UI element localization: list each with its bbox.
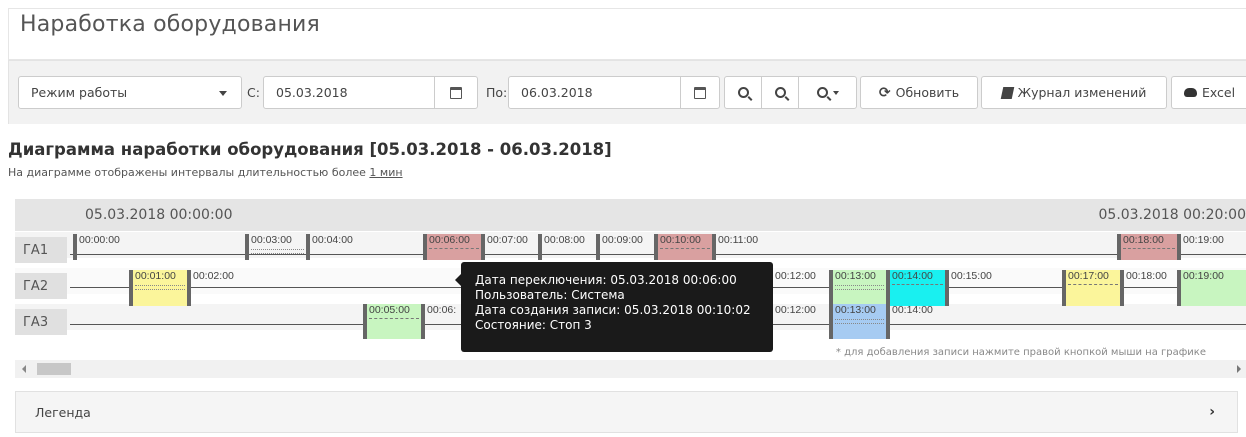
calendar-icon xyxy=(450,86,462,99)
to-date-value: 06.03.2018 xyxy=(521,85,593,100)
interval-link[interactable]: 1 мин xyxy=(369,166,402,179)
chevron-right-icon: › xyxy=(1209,404,1215,420)
to-date-input[interactable]: 06.03.2018 xyxy=(508,76,681,109)
segment-cyan[interactable]: 00:14:00 xyxy=(886,270,945,306)
from-date-input[interactable]: 05.03.2018 xyxy=(263,76,435,109)
scroll-thumb[interactable] xyxy=(37,363,71,375)
refresh-button[interactable]: ⟳ Обновить xyxy=(860,76,978,109)
segment[interactable]: 00:19:00 xyxy=(1177,234,1246,260)
segment[interactable]: 00:14:00 xyxy=(886,304,1246,339)
segment-yellow[interactable]: 00:01:00 xyxy=(129,270,187,306)
segment[interactable]: 00:06: xyxy=(421,304,461,339)
journal-label: Журнал изменений xyxy=(1017,85,1147,100)
from-date-value: 05.03.2018 xyxy=(276,85,348,100)
mode-select[interactable]: Режим работы xyxy=(18,76,242,109)
segment[interactable]: 00:15:00 xyxy=(945,270,1062,306)
excel-button[interactable]: Excel xyxy=(1171,76,1246,109)
chevron-down-icon xyxy=(832,90,839,95)
to-label: По: xyxy=(486,85,508,100)
diagram-title: Диаграмма наработки оборудования [05.03.… xyxy=(8,140,612,159)
diagram-subtitle: На диаграмме отображены интервалы длител… xyxy=(8,166,403,179)
diagram-subtitle-text: На диаграмме отображены интервалы длител… xyxy=(8,166,370,179)
excel-label: Excel xyxy=(1201,85,1236,100)
segment-yellow[interactable]: 00:17:00 xyxy=(1062,270,1120,306)
segment-red[interactable]: 00:06:00 xyxy=(423,234,481,260)
segment-tooltip: Дата переключения: 05.03.2018 00:06:00 П… xyxy=(455,262,773,352)
header-end-date: 05.03.2018 00:20:00 xyxy=(1098,207,1246,223)
calendar-icon xyxy=(694,86,706,99)
header-start-date: 05.03.2018 00:00:00 xyxy=(85,207,233,223)
journal-button[interactable]: Журнал изменений xyxy=(981,76,1167,109)
segment[interactable]: 00:04:00 xyxy=(306,234,423,260)
segment[interactable]: 00:12:00 xyxy=(773,304,829,339)
segment-green[interactable]: 00:05:00 xyxy=(363,304,421,339)
from-label: С: xyxy=(247,85,260,100)
legend-label: Легенда xyxy=(35,404,91,420)
zoom-icon xyxy=(816,87,828,98)
segment[interactable]: 00:08:00 xyxy=(538,234,596,260)
segment-green[interactable]: 00:13:00 xyxy=(829,270,886,306)
segment[interactable]: 00:00:00 xyxy=(73,234,245,260)
segment-red[interactable]: 00:18:00 xyxy=(1117,234,1177,260)
to-calendar-button[interactable] xyxy=(680,76,720,109)
segment[interactable]: 00:12:00 xyxy=(773,270,829,306)
scroll-left-icon[interactable] xyxy=(22,365,26,373)
chart-header: 05.03.2018 00:00:00 05.03.2018 00:20:00 xyxy=(15,199,1246,231)
chart-hint: * для добавления записи нажмите правой к… xyxy=(835,347,1206,358)
row-label-ga2: ГА2 xyxy=(15,273,67,299)
segment[interactable]: 00:11:00 xyxy=(712,234,1117,260)
segment-red[interactable]: 00:10:00 xyxy=(654,234,712,260)
zoom-out-icon xyxy=(774,87,786,98)
zoom-in-button[interactable] xyxy=(724,76,762,109)
refresh-label: Обновить xyxy=(895,85,960,100)
refresh-icon: ⟳ xyxy=(878,84,891,101)
tooltip-switch-date: Дата переключения: 05.03.2018 00:06:00 xyxy=(475,273,737,287)
chevron-down-icon xyxy=(219,91,227,96)
segment[interactable]: 00:07:00 xyxy=(481,234,538,260)
segment[interactable]: 00:18:00 xyxy=(1120,270,1177,306)
mode-select-value: Режим работы xyxy=(31,85,128,100)
tooltip-user: Пользователь: Система xyxy=(475,288,625,302)
segment[interactable]: 00:02:00 xyxy=(187,270,457,306)
scroll-right-icon[interactable] xyxy=(1237,365,1241,373)
cloud-download-icon xyxy=(1183,88,1197,97)
row-label-ga3: ГА3 xyxy=(15,309,67,335)
row-label-ga1: ГА1 xyxy=(15,237,67,263)
zoom-out-button[interactable] xyxy=(761,76,799,109)
zoom-in-icon xyxy=(737,87,749,98)
segment-blue[interactable]: 00:13:00 xyxy=(829,304,886,339)
legend-panel[interactable]: Легенда › xyxy=(15,391,1238,433)
zoom-menu-button[interactable] xyxy=(798,76,857,109)
tooltip-created-date: Дата создания записи: 05.03.2018 00:10:0… xyxy=(475,303,751,317)
horizontal-scrollbar[interactable] xyxy=(15,360,1246,378)
segment[interactable]: 00:03:00 xyxy=(245,234,306,260)
page-title: Наработка оборудования xyxy=(20,12,320,37)
segment-green[interactable]: 00:19:00 xyxy=(1177,270,1246,306)
from-calendar-button[interactable] xyxy=(434,76,478,109)
book-icon xyxy=(1000,86,1014,99)
segment[interactable]: 00:09:00 xyxy=(596,234,654,260)
tooltip-state: Состояние: Стоп 3 xyxy=(475,318,592,332)
toolbar: Режим работы С: 05.03.2018 По: 06.03.201… xyxy=(8,60,1246,124)
